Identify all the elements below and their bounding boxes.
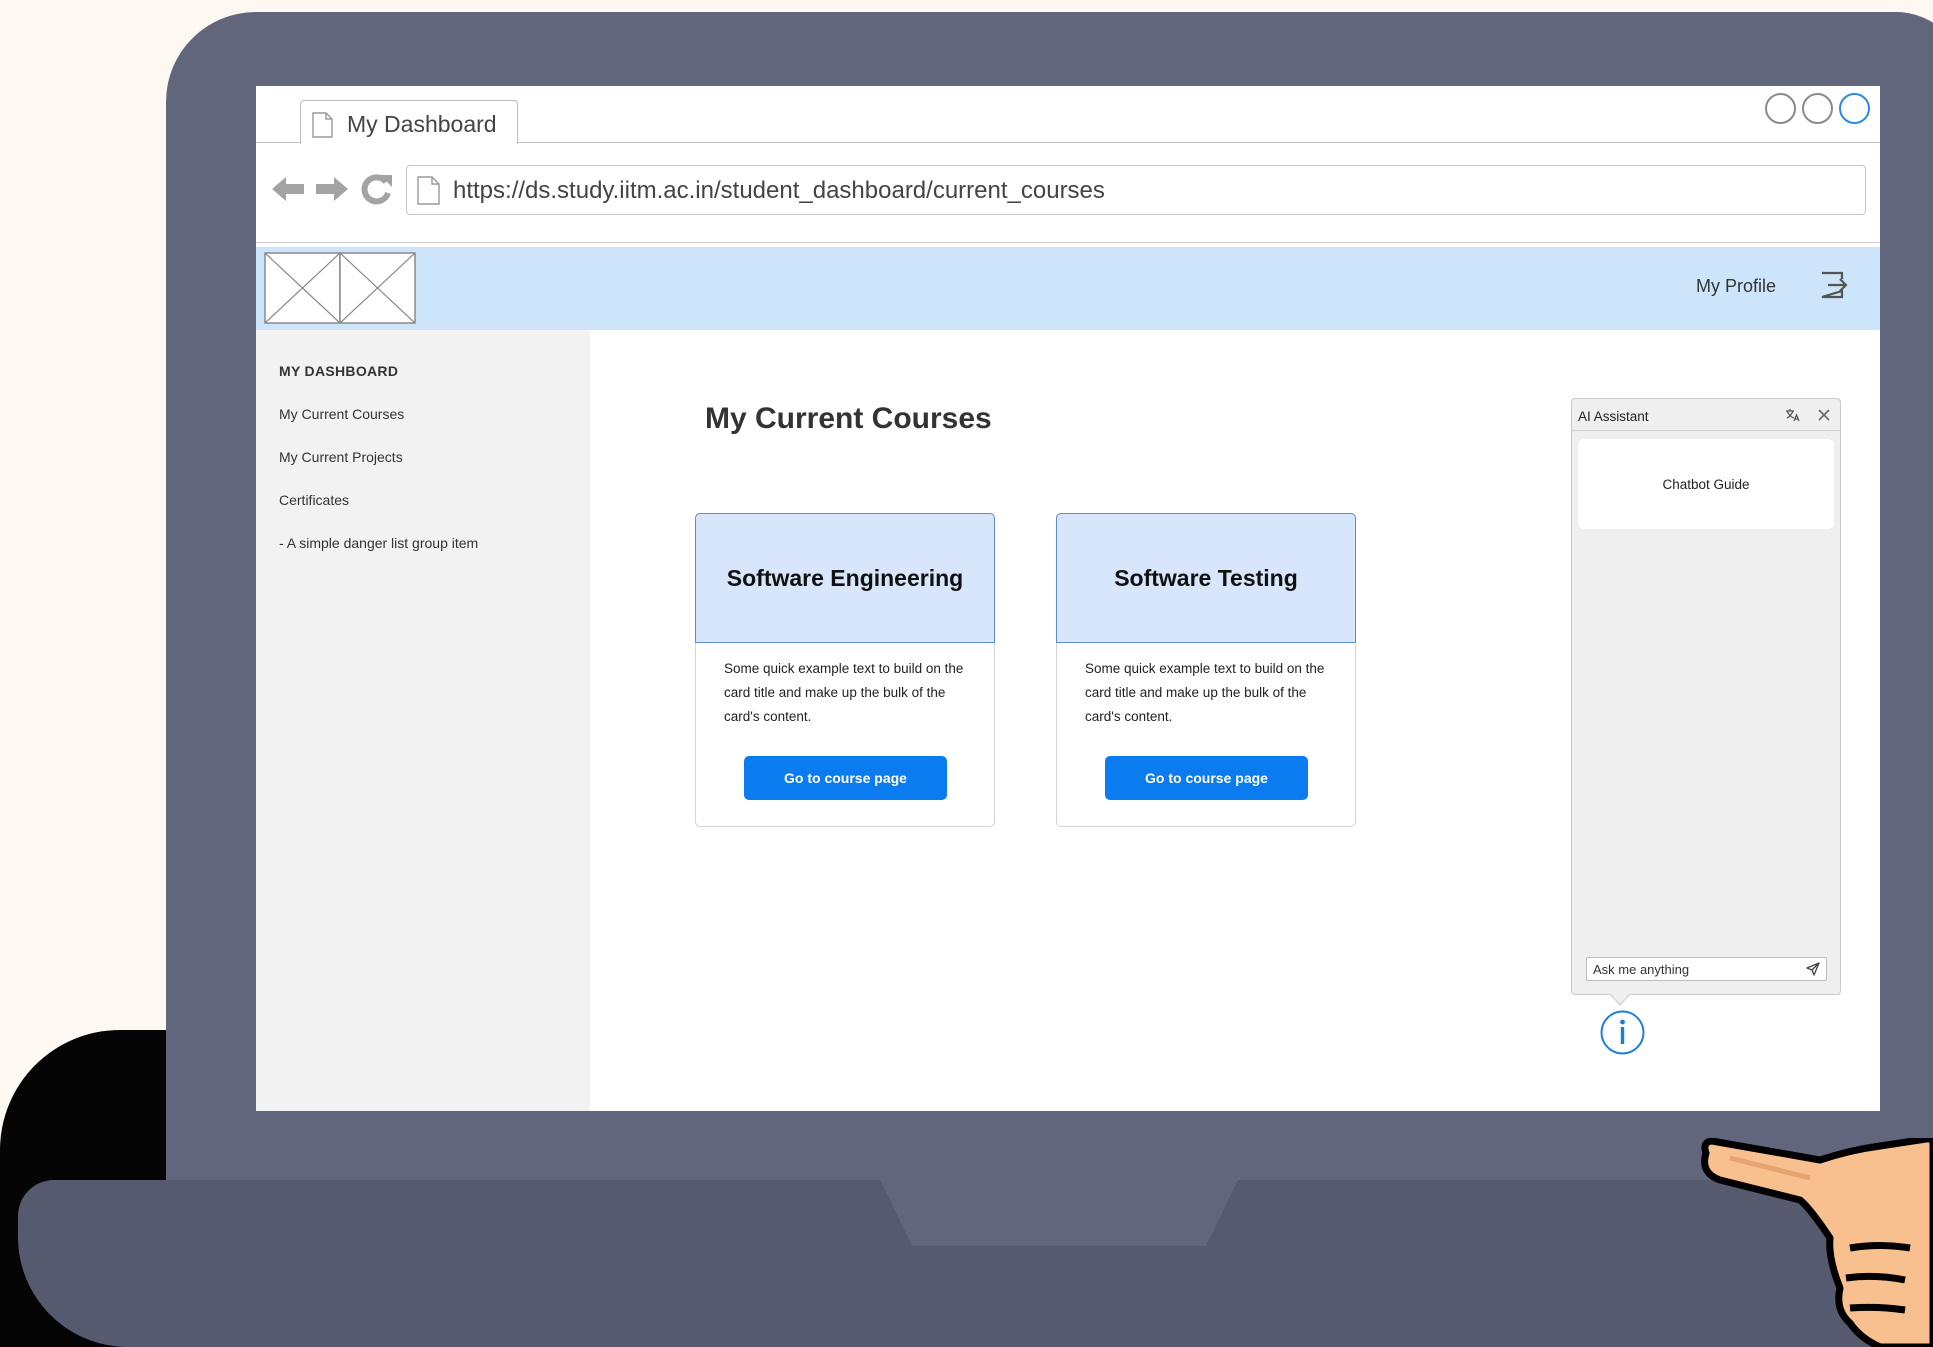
forward-arrow-icon[interactable] [314, 171, 350, 207]
send-icon[interactable] [1805, 961, 1821, 977]
chat-input-field[interactable] [1586, 957, 1827, 981]
window-minimize-button[interactable] [1765, 93, 1796, 124]
logout-icon[interactable] [1818, 269, 1850, 301]
my-profile-link[interactable]: My Profile [1696, 276, 1776, 297]
language-switch-icon[interactable] [1784, 407, 1800, 423]
card-header: Software Engineering [695, 513, 995, 643]
sidebar-item-certificates[interactable]: Certificates [279, 492, 349, 508]
sidebar-item-current-courses[interactable]: My Current Courses [279, 406, 404, 422]
info-icon[interactable] [1600, 1010, 1645, 1055]
sidebar-item-current-projects[interactable]: My Current Projects [279, 449, 403, 465]
course-card: Software Testing Some quick example text… [1056, 513, 1356, 827]
card-text: Some quick example text to build on the … [1085, 661, 1325, 724]
chatbot-guide-card[interactable]: Chatbot Guide [1578, 439, 1834, 529]
card-title: Software Testing [1114, 564, 1298, 591]
window-close-button[interactable] [1839, 93, 1870, 124]
chatbot-guide-label: Chatbot Guide [1662, 477, 1750, 492]
reload-icon[interactable] [358, 171, 394, 207]
go-to-course-button[interactable]: Go to course page [1105, 756, 1308, 800]
chat-title: AI Assistant [1578, 409, 1649, 424]
course-card: Software Engineering Some quick example … [695, 513, 995, 827]
url-text: https://ds.study.iitm.ac.in/student_dash… [453, 177, 1105, 204]
tab-bar: My Dashboard [256, 86, 1880, 144]
tab-title: My Dashboard [347, 111, 497, 137]
pointing-hand-illustration [1701, 1138, 1933, 1347]
card-title: Software Engineering [726, 564, 964, 591]
chat-input[interactable] [1587, 958, 1797, 980]
sidebar-heading: MY DASHBOARD [279, 363, 399, 379]
card-header: Software Testing [1056, 513, 1356, 643]
sidebar: MY DASHBOARD My Current Courses My Curre… [256, 330, 590, 1111]
app-header: My Profile [256, 247, 1880, 330]
browser-tab[interactable]: My Dashboard [300, 100, 518, 144]
navigation-bar: https://ds.study.iitm.ac.in/student_dash… [256, 143, 1880, 243]
chat-panel-tail [1610, 994, 1630, 1006]
browser-window: My Dashboard https://ds.study.iitm.ac.in… [256, 86, 1880, 1111]
back-arrow-icon[interactable] [270, 171, 306, 207]
laptop-hinge [880, 1180, 1238, 1246]
close-icon[interactable] [1816, 407, 1832, 423]
window-maximize-button[interactable] [1802, 93, 1833, 124]
address-bar[interactable]: https://ds.study.iitm.ac.in/student_dash… [406, 165, 1866, 215]
ai-assistant-panel: AI Assistant Chatbot Guide [1571, 398, 1841, 995]
logo-placeholder-image [264, 252, 416, 324]
go-to-course-button[interactable]: Go to course page [744, 756, 947, 800]
sidebar-item-danger[interactable]: - A simple danger list group item [279, 535, 478, 551]
chat-header: AI Assistant [1572, 399, 1840, 431]
card-text: Some quick example text to build on the … [724, 661, 964, 724]
page-icon [312, 112, 333, 138]
page-icon [417, 176, 440, 205]
page-title: My Current Courses [705, 402, 992, 435]
